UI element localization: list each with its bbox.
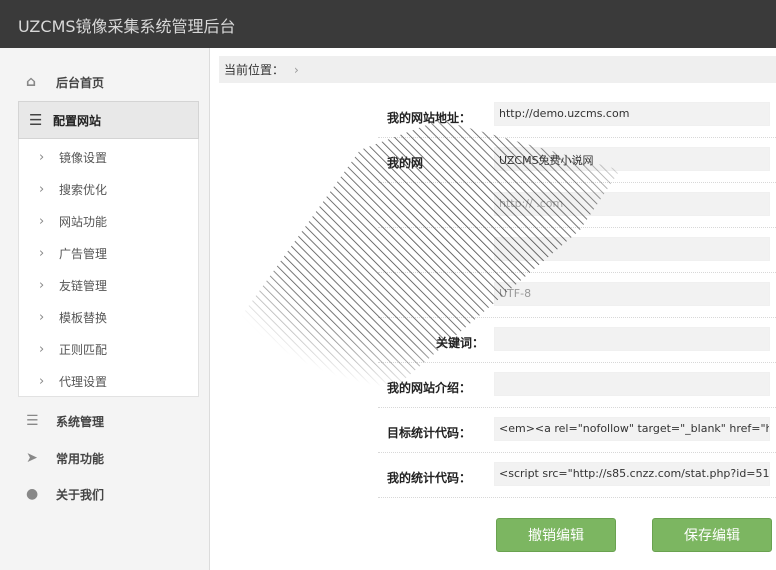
nav-common[interactable]: ➤ 常用功能 xyxy=(0,443,210,473)
nav-system-label: 系统管理 xyxy=(56,414,105,429)
sub-item-label: 代理设置 xyxy=(59,374,108,389)
field-label: 关键词： xyxy=(436,336,485,350)
site-name-field[interactable]: UZCMS免费小说网 xyxy=(494,147,770,171)
chevron-right-icon: › xyxy=(39,341,45,357)
sub-item-regex[interactable]: › 正则匹配 xyxy=(19,333,198,365)
text-field[interactable] xyxy=(494,237,770,261)
form-row-3: http:// .com xyxy=(378,184,776,228)
menu-icon: ☰ xyxy=(29,111,43,129)
breadcrumb-label: 当前位置： xyxy=(224,63,285,77)
form-row-4 xyxy=(378,229,776,273)
keywords-field[interactable] xyxy=(494,327,770,351)
chevron-right-icon: › xyxy=(39,181,45,197)
sub-item-label: 友链管理 xyxy=(59,278,108,293)
sub-item-label: 正则匹配 xyxy=(59,342,108,357)
description-field[interactable] xyxy=(494,372,770,396)
sub-item-mirror[interactable]: › 镜像设置 xyxy=(19,141,198,173)
form-row-target-stats: 目标统计代码： <em><a rel="nofollow" target="_b… xyxy=(378,409,776,453)
site-url-field[interactable]: http://demo.uzcms.com xyxy=(494,102,770,126)
url-field[interactable]: http:// .com xyxy=(494,192,770,216)
field-label: 我的统计代码： xyxy=(387,471,472,485)
user-icon: ● xyxy=(26,486,39,502)
nav-home-label: 后台首页 xyxy=(56,75,105,90)
location-arrow-icon: ➤ xyxy=(26,450,38,466)
field-label: 我的网站地址： xyxy=(387,111,472,125)
nav-about[interactable]: ● 关于我们 xyxy=(0,479,210,509)
form-row-charset: UTF-8 xyxy=(378,274,776,318)
my-stats-code-field[interactable]: <script src="http://s85.cnzz.com/stat.ph… xyxy=(494,462,770,486)
field-label: 我的网 xyxy=(387,156,424,170)
breadcrumb: 当前位置： › xyxy=(219,56,776,83)
save-edit-button[interactable]: 保存编辑 xyxy=(652,518,772,552)
chevron-right-icon: › xyxy=(39,309,45,325)
field-label: 我的网站介绍： xyxy=(387,381,472,395)
sub-item-label: 镜像设置 xyxy=(59,150,108,165)
chevron-right-icon: › xyxy=(294,62,299,77)
target-stats-code-field[interactable]: <em><a rel="nofollow" target="_blank" hr… xyxy=(494,417,770,441)
form-row-keywords: 关键词： xyxy=(378,319,776,363)
chevron-right-icon: › xyxy=(39,149,45,165)
nav-system[interactable]: ☰ 系统管理 xyxy=(0,406,210,436)
sub-item-seo[interactable]: › 搜索优化 xyxy=(19,173,198,205)
form-row-description: 我的网站介绍： xyxy=(378,364,776,408)
charset-field[interactable]: UTF-8 xyxy=(494,282,770,306)
form-row-my-stats: 我的统计代码： <script src="http://s85.cnzz.com… xyxy=(378,454,776,498)
field-label: 目标统计代码： xyxy=(387,426,472,440)
sub-item-ads[interactable]: › 广告管理 xyxy=(19,237,198,269)
nav-config-label: 配置网站 xyxy=(53,113,102,128)
sub-item-label: 搜索优化 xyxy=(59,182,108,197)
form-row-site-url: 我的网站地址： http://demo.uzcms.com xyxy=(378,94,776,138)
sub-item-templates[interactable]: › 模板替换 xyxy=(19,301,198,333)
chevron-right-icon: › xyxy=(39,245,45,261)
app-title: UZCMS镜像采集系统管理后台 xyxy=(18,17,236,36)
top-bar: UZCMS镜像采集系统管理后台 xyxy=(0,0,776,48)
cancel-edit-button[interactable]: 撤销编辑 xyxy=(496,518,616,552)
nav-about-label: 关于我们 xyxy=(56,487,105,502)
nav-home[interactable]: ⌂ 后台首页 xyxy=(0,67,210,97)
form-row-site-name: 我的网 UZCMS免费小说网 xyxy=(378,139,776,183)
menu-icon: ☰ xyxy=(26,413,39,429)
home-icon: ⌂ xyxy=(26,74,37,90)
chevron-right-icon: › xyxy=(39,277,45,293)
sub-item-label: 模板替换 xyxy=(59,310,108,325)
nav-common-label: 常用功能 xyxy=(56,451,105,466)
sub-item-label: 网站功能 xyxy=(59,214,108,229)
sub-item-proxy[interactable]: › 代理设置 xyxy=(19,365,198,397)
sub-item-label: 广告管理 xyxy=(59,246,108,261)
sub-item-links[interactable]: › 友链管理 xyxy=(19,269,198,301)
nav-config[interactable]: ☰ 配置网站 xyxy=(18,101,199,139)
sub-item-site-features[interactable]: › 网站功能 xyxy=(19,205,198,237)
chevron-right-icon: › xyxy=(39,213,45,229)
chevron-right-icon: › xyxy=(39,373,45,389)
